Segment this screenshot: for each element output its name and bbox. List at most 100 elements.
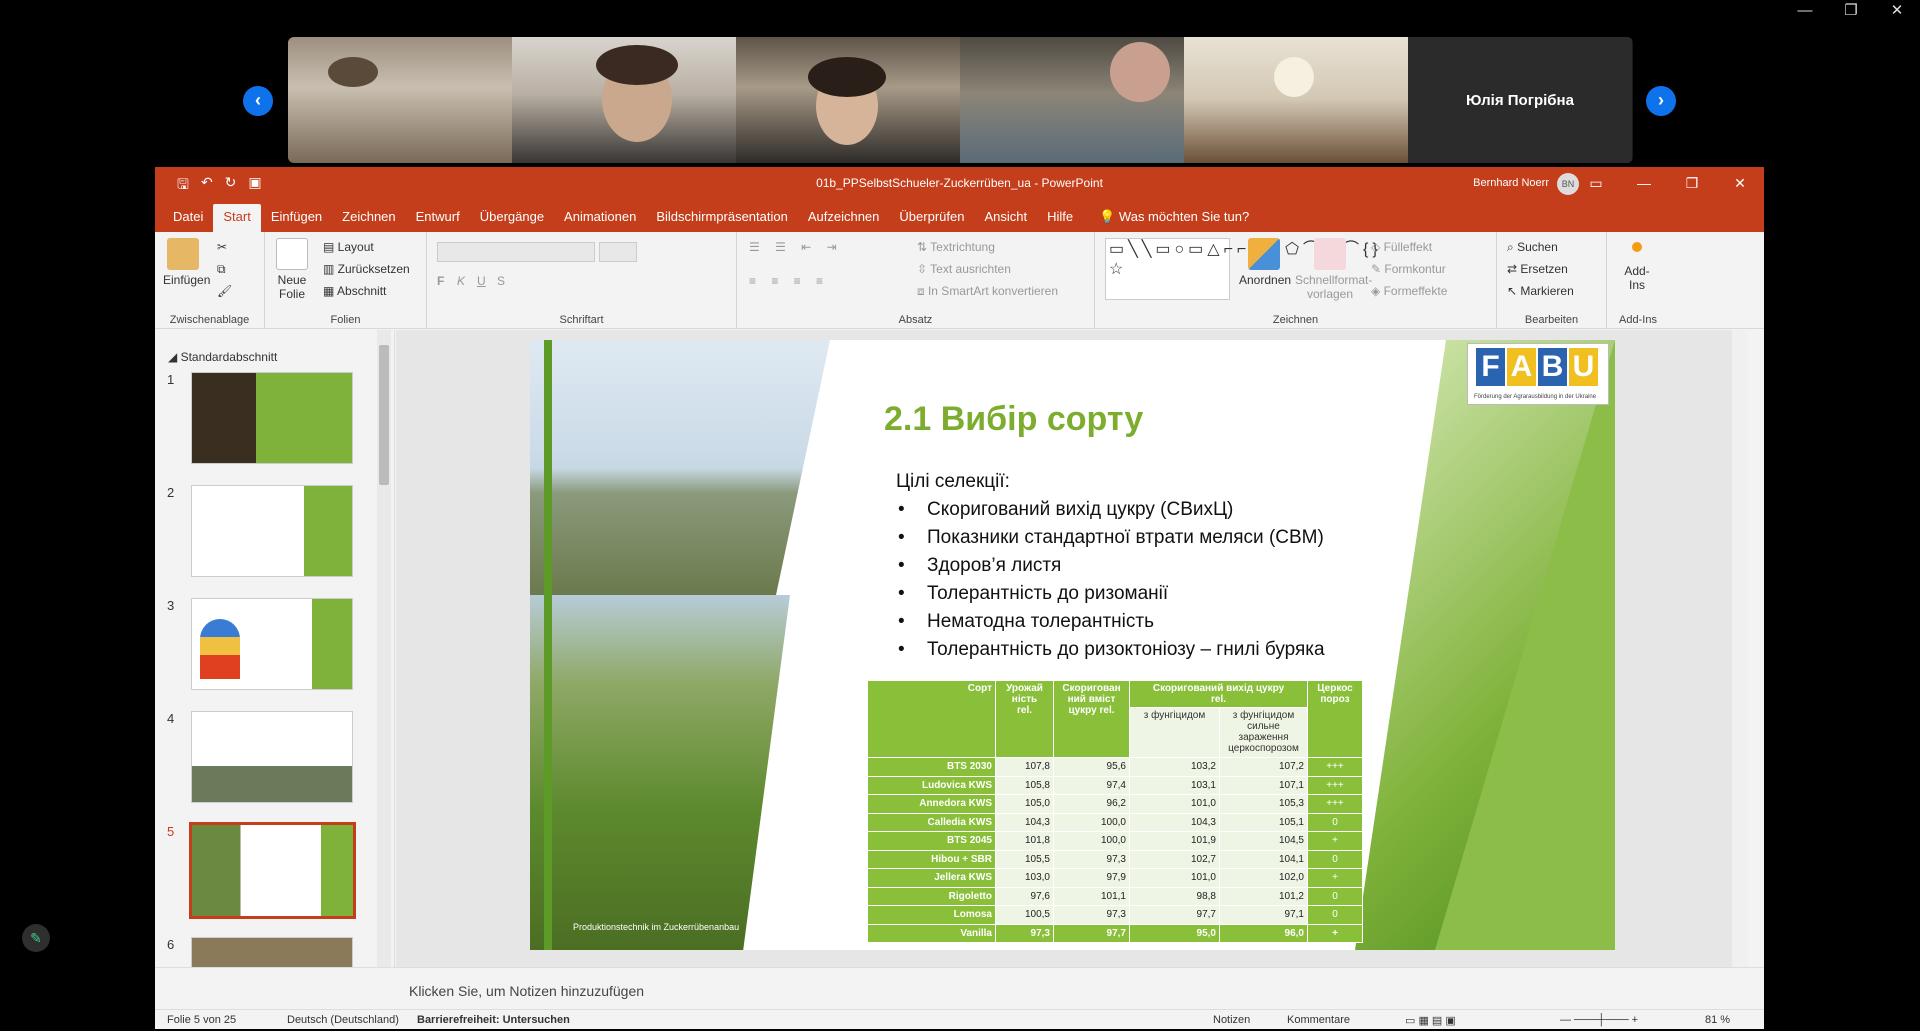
cut-icon[interactable]: ✂ — [217, 240, 227, 254]
italic-button[interactable]: K — [457, 274, 465, 288]
participant-video[interactable]: Юлія Погрібна — [1408, 37, 1632, 163]
reset-label: Zurücksetzen — [337, 262, 410, 276]
slide-thumbnail[interactable] — [191, 372, 353, 464]
shapes-gallery[interactable]: ▭╲╲▭○▭△⌐⌐⇨⇩⬠⌒⌒⌒{}☆ — [1105, 238, 1378, 300]
tab-hilfe[interactable]: Hilfe — [1037, 204, 1083, 232]
slide-thumbnail[interactable] — [191, 937, 353, 967]
tab-datei[interactable]: Datei — [163, 204, 213, 232]
fill-button[interactable]: ◇ Fülleffekt — [1371, 240, 1432, 254]
language-indicator[interactable]: Deutsch (Deutschland) — [287, 1014, 399, 1026]
tab-ueberpruefen[interactable]: Überprüfen — [889, 204, 974, 232]
current-slide[interactable]: Produktionstechnik im Zuckerrübenanbau F… — [530, 340, 1615, 950]
notes-toggle[interactable]: Notizen — [1213, 1014, 1250, 1026]
scroll-thumb[interactable] — [379, 345, 389, 485]
arrange-icon — [1248, 238, 1280, 270]
effects-button[interactable]: ◈ Formeffekte — [1371, 284, 1447, 298]
restore-button[interactable]: ❐ — [1668, 167, 1716, 200]
section-button[interactable]: ▦ Abschnitt — [323, 284, 386, 298]
slide-thumbnail[interactable] — [191, 598, 353, 690]
smartart-button[interactable]: ⧈ In SmartArt konvertieren — [917, 284, 1058, 299]
list-buttons[interactable]: ☰ ☰ ⇤ ⇥ — [749, 240, 843, 254]
annotate-pen-button[interactable]: ✎ — [22, 924, 50, 952]
select-button[interactable]: ↖ Markieren — [1507, 284, 1574, 298]
participant-video[interactable] — [288, 37, 512, 163]
table-cell: 97,3 — [1053, 849, 1130, 869]
slide-thumbnail-selected[interactable] — [189, 822, 356, 919]
thumb-number: 5 — [167, 824, 175, 839]
table-cell: 101,2 — [1219, 886, 1308, 906]
thumbnails-scrollbar[interactable] — [377, 330, 391, 967]
tab-entwurf[interactable]: Entwurf — [406, 204, 470, 232]
tab-bildschirmpraesentation[interactable]: Bildschirmpräsentation — [646, 204, 798, 232]
ribbon-display-icon[interactable]: ▭ — [1572, 167, 1620, 200]
accessibility-check[interactable]: Barrierefreiheit: Untersuchen — [417, 1014, 570, 1026]
arrange-label: Anordnen — [1239, 273, 1292, 287]
quick-styles-icon — [1314, 238, 1346, 270]
table-cell: 105,5 — [995, 849, 1054, 869]
font-size-select[interactable] — [599, 242, 637, 262]
font-name-select[interactable] — [437, 242, 595, 262]
window-controls: — ❐ ✕ — [1782, 0, 1920, 22]
tab-start[interactable]: Start — [213, 204, 261, 232]
variety-name-cell: Hibou + SBR — [867, 849, 996, 869]
thumb-number: 6 — [167, 937, 175, 952]
tab-zeichnen[interactable]: Zeichnen — [332, 204, 405, 232]
table-cell: +++ — [1307, 775, 1363, 795]
underline-button[interactable]: U — [477, 274, 486, 288]
slide-thumbnail[interactable] — [191, 711, 353, 803]
section-label: Abschnitt — [337, 284, 387, 298]
restore-button[interactable]: ❐ — [1828, 0, 1874, 22]
list-item: Скоригований вихід цукру (СВиxЦ) — [896, 496, 1325, 524]
slide-scrollbar[interactable] — [1732, 330, 1748, 967]
addins-button[interactable]: Add- Ins — [1617, 242, 1657, 292]
gallery-next-button[interactable]: › — [1646, 86, 1676, 116]
section-header[interactable]: ◢ Standardabschnitt — [168, 350, 277, 364]
align-text-button[interactable]: ⇳ Text ausrichten — [917, 262, 1011, 276]
notes-pane[interactable]: Klicken Sie, um Notizen hinzuzufügen — [155, 967, 1764, 1011]
arrange-button[interactable]: Anordnen — [1239, 238, 1292, 287]
copy-icon[interactable]: ⧉ — [217, 262, 226, 277]
close-button[interactable]: ✕ — [1716, 167, 1764, 200]
tab-animationen[interactable]: Animationen — [554, 204, 646, 232]
participant-video[interactable] — [512, 37, 736, 163]
zoom-level[interactable]: 81 % — [1705, 1014, 1730, 1026]
status-bar: Folie 5 von 25 Deutsch (Deutschland) Bar… — [155, 1009, 1764, 1029]
outline-button[interactable]: ✎ Formkontur — [1371, 262, 1446, 276]
app-window-controls: ▭ — ❐ ✕ — [1572, 167, 1764, 200]
list-item: Нематодна толерантність — [896, 608, 1325, 636]
quick-styles-button[interactable]: Schnellformat- vorlagen — [1295, 238, 1372, 301]
minimize-button[interactable]: — — [1782, 0, 1828, 22]
paste-button[interactable]: Einfügen — [163, 238, 210, 287]
text-direction-button[interactable]: ⇅ Textrichtung — [917, 240, 995, 254]
tab-einfuegen[interactable]: Einfügen — [261, 204, 332, 232]
tab-ansicht[interactable]: Ansicht — [974, 204, 1037, 232]
gallery-prev-button[interactable]: ‹ — [243, 86, 273, 116]
participant-video[interactable] — [1184, 37, 1408, 163]
participant-video[interactable] — [736, 37, 960, 163]
zoom-slider[interactable]: — ───┼─── + — [1560, 1014, 1638, 1026]
slide-thumbnail[interactable] — [191, 485, 353, 577]
tab-aufzeichnen[interactable]: Aufzeichnen — [798, 204, 890, 232]
format-painter-icon[interactable]: 🖌 — [217, 284, 232, 298]
view-buttons[interactable]: ▭ ▦ ▤ ▣ — [1405, 1014, 1456, 1027]
shadow-button[interactable]: S — [497, 274, 505, 288]
comments-toggle[interactable]: Kommentare — [1287, 1014, 1350, 1026]
bold-button[interactable]: F — [437, 274, 444, 288]
participant-video[interactable] — [960, 37, 1184, 163]
table-cell: 105,3 — [1219, 794, 1308, 814]
align-buttons[interactable]: ≡ ≡ ≡ ≡ — [749, 274, 829, 288]
logo-letter: A — [1507, 348, 1536, 386]
tell-me-search[interactable]: 💡 Was möchten Sie tun? — [1089, 204, 1259, 232]
reset-button[interactable]: ▥ Zurücksetzen — [323, 262, 410, 276]
find-button[interactable]: ⌕ Suchen — [1507, 240, 1558, 255]
table-cell: 0 — [1307, 886, 1363, 906]
tab-uebergaenge[interactable]: Übergänge — [470, 204, 554, 232]
thumb-number: 4 — [167, 711, 175, 726]
user-name[interactable]: Bernhard Noerr — [1473, 177, 1549, 189]
table-header: Скоригован ний вміст цукру rel. — [1053, 680, 1130, 758]
minimize-button[interactable]: — — [1620, 167, 1668, 200]
replace-button[interactable]: ⇄ Ersetzen — [1507, 262, 1568, 276]
layout-button[interactable]: ▤ Layout — [323, 240, 374, 254]
new-slide-button[interactable]: Neue Folie — [271, 238, 313, 301]
close-button[interactable]: ✕ — [1874, 0, 1920, 22]
